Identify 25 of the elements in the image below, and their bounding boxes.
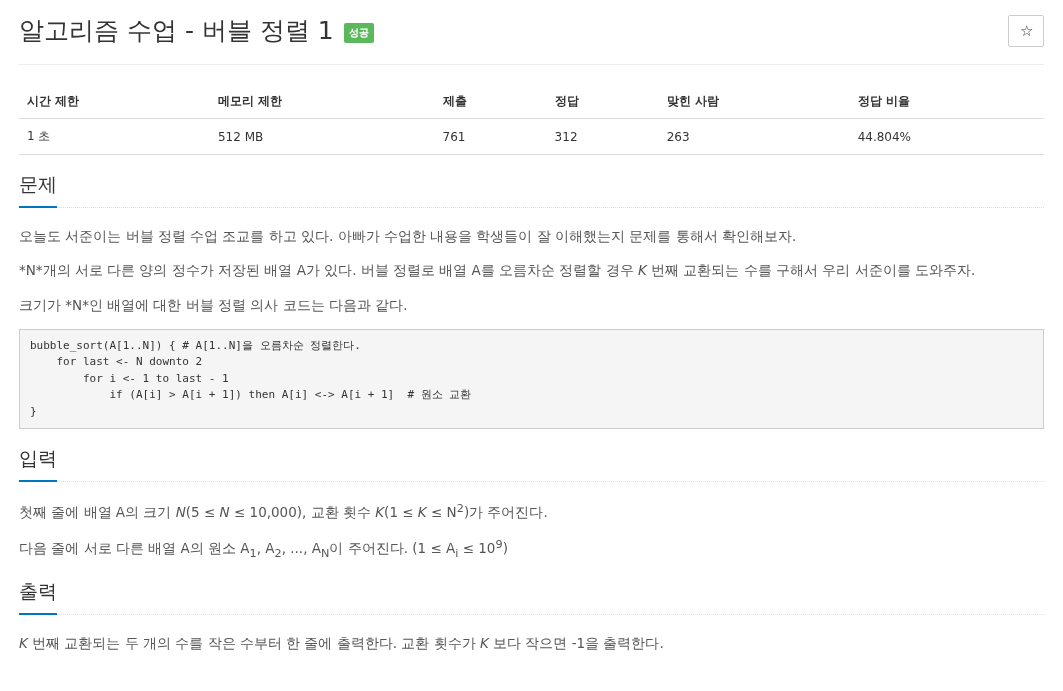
column-header: 제출 [434, 85, 547, 119]
section-title: 출력 [19, 579, 57, 616]
table-cell: 761 [434, 118, 547, 155]
paragraph: 첫째 줄에 배열 A의 크기 N(5 ≤ N ≤ 10,000), 교환 횟수 K(1 ≤ K ≤ N$^{2}$)가 주어진다. [19, 500, 549, 522]
column-header: 정답 비율 [849, 85, 1044, 119]
table-cell: 512 MB [210, 118, 435, 155]
section-title: 입력 [19, 446, 57, 483]
problem-title: 알고리즘 수업 - 버블 정렬 1 [19, 15, 334, 47]
section-title: 문제 [19, 172, 57, 208]
star-button[interactable]: ☆ [1008, 14, 1044, 47]
column-header: 맞힌 사람 [658, 85, 850, 119]
table-cell: 44.804% [849, 118, 1044, 155]
column-header: 메모리 제한 [210, 85, 435, 119]
column-header: 시간 제한 [19, 85, 210, 119]
code-block: bubble_sort(A[1..N]) { # A[1..N]을 오름차순 정렬한다. for last <- N downto 2 for i <- 1 to last - 1 if (A[i] > A[i + 1]) then A[i] <-> A[i + 1] # 원소 교환 } [19, 328, 1044, 430]
paragraph: *N*개의 서로 다른 양의 정수가 저장된 배열 A가 있다. 버블 정렬로 배열 A를 오름차순 정렬할 경우 K 번째 교환되는 수를 구해서 우리 서준이를 도와주자. [19, 261, 977, 281]
paragraph: 다음 줄에 서로 다른 배열 A의 원소 A$_{1}$, A$_{2}$, ..., A$_{N}$이 주어진다. (1 ≤ A$_{i}$ ≤ 10$^{9}$) [19, 536, 509, 562]
table-cell: 312 [546, 118, 659, 155]
paragraph: K 번째 교환되는 두 개의 수를 작은 수부터 한 줄에 출력한다. 교환 횟수가 K 보다 작으면 -1을 출력한다. [19, 634, 665, 654]
status-badge: 성공 [343, 22, 374, 43]
paragraph: 오늘도 서준이는 버블 정렬 수업 조교를 하고 있다. 아빠가 수업한 내용을 학생들이 잘 이해했는지 문제를 통해서 확인해보자. [19, 227, 798, 246]
paragraph: 크기가 *N*인 배열에 대한 버블 정렬 의사 코드는 다음과 같다. [19, 295, 409, 315]
column-header: 정답 [546, 85, 659, 119]
table-cell: 1 초 [19, 118, 210, 155]
table-cell: 263 [658, 118, 850, 155]
